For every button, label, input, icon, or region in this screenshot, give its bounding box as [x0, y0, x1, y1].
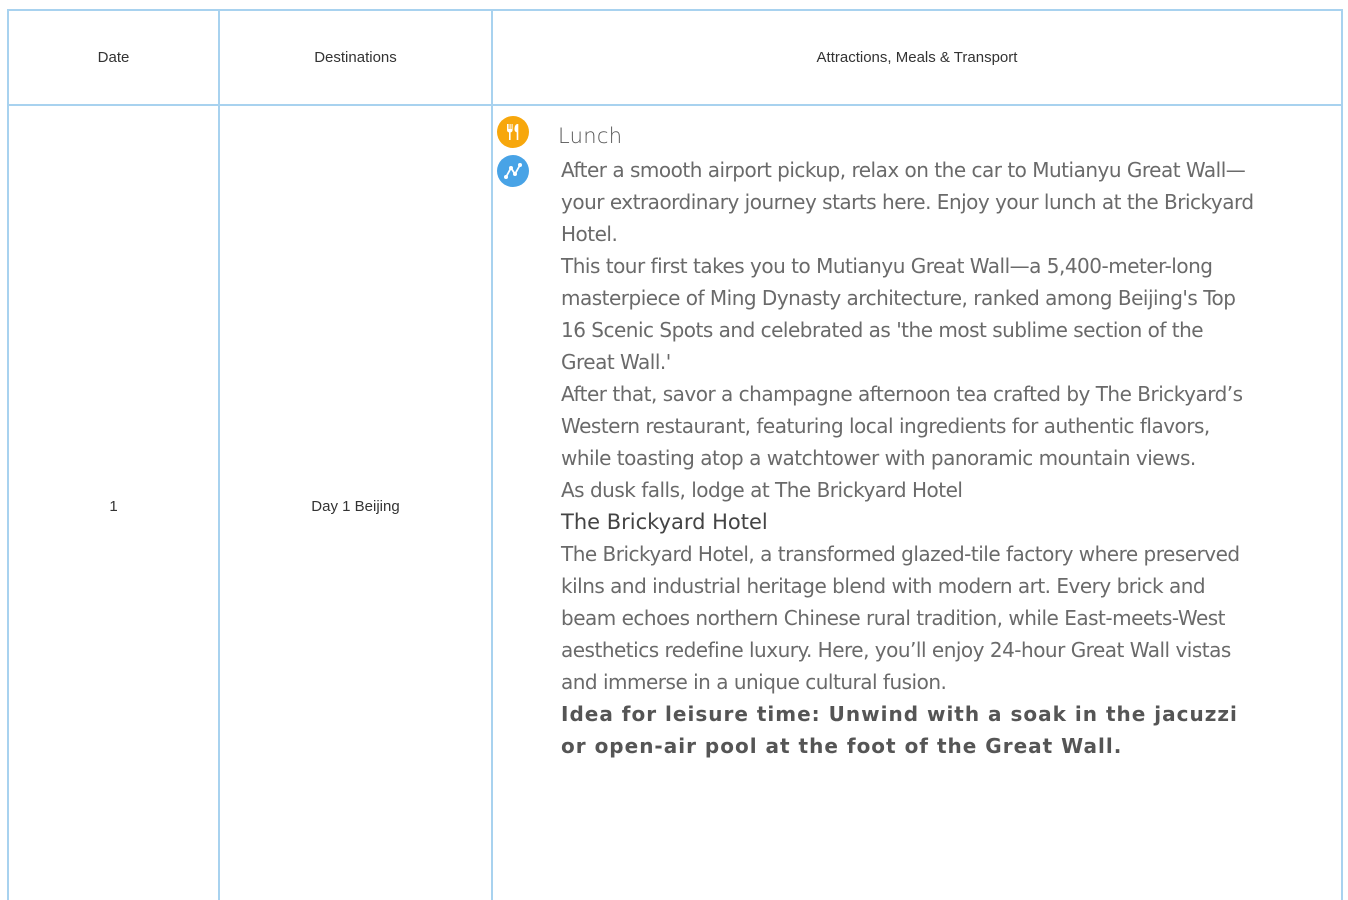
hotel-name: The Brickyard Hotel	[561, 510, 768, 534]
header-details: Attractions, Meals & Transport	[816, 49, 1018, 66]
cell-details: Lunch After a smooth airport pickup, rel…	[497, 110, 1257, 762]
header-date: Date	[97, 49, 130, 66]
description-paragraph: After that, savor a champagne afternoon …	[561, 382, 1243, 470]
meal-label: Lunch	[558, 124, 623, 148]
description-paragraph: As dusk falls, lodge at The Brickyard Ho…	[561, 478, 963, 502]
meal-entry: Lunch	[497, 110, 1257, 152]
fork-knife-icon	[497, 116, 529, 148]
description-paragraph: This tour first takes you to Mutianyu Gr…	[561, 254, 1236, 374]
hotel-description: The Brickyard Hotel, a transformed glaze…	[561, 542, 1240, 694]
leisure-tip: Idea for leisure time: Unwind with a soa…	[561, 702, 1238, 758]
header-destinations: Destinations	[314, 49, 397, 66]
description-paragraph: After a smooth airport pickup, relax on …	[561, 158, 1254, 246]
cell-date: 1	[109, 497, 118, 515]
cell-destination: Day 1 Beijing	[311, 497, 400, 515]
route-icon	[497, 155, 529, 187]
column-divider	[491, 11, 493, 900]
route-entry: After a smooth airport pickup, relax on …	[497, 154, 1257, 762]
